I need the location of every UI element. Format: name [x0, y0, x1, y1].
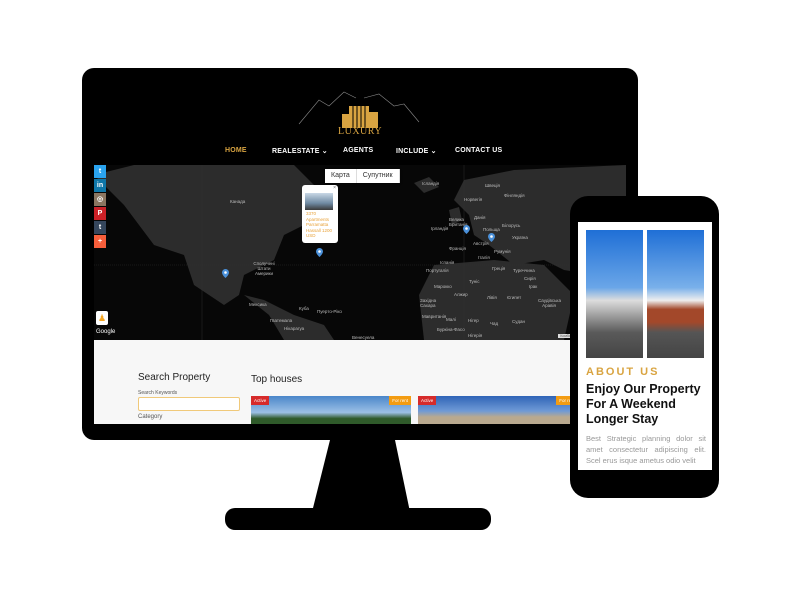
pinterest-icon[interactable]: P	[94, 207, 106, 220]
map-type-control: Карта Супутник	[325, 169, 400, 183]
site-header: LUXURY HOME REALESTATE ⌄ AGENTS INCLUDE …	[94, 80, 626, 165]
map-label: Судан	[512, 319, 525, 324]
map-label: Гватемала	[270, 318, 293, 323]
map-label: Норвегія	[464, 197, 483, 202]
category-label: Category	[138, 414, 163, 420]
nav-include[interactable]: INCLUDE ⌄	[396, 147, 437, 155]
chevron-down-icon: ⌄	[430, 148, 437, 155]
desktop-screen: LUXURY HOME REALESTATE ⌄ AGENTS INCLUDE …	[94, 80, 626, 424]
house-card[interactable]: Active For rent	[251, 396, 411, 424]
house-photo	[586, 230, 643, 358]
map-label: Ірак	[529, 284, 538, 289]
content-section: Search Property Search Keywords Category…	[94, 340, 626, 424]
map-label: Пуерто-Ріко	[317, 309, 342, 314]
map-label: Фінляндія	[504, 193, 525, 198]
map-label: Мексика	[249, 302, 267, 307]
map-marker-icon[interactable]	[222, 269, 229, 278]
house-photo	[647, 230, 704, 358]
type-badge: For rent	[389, 396, 411, 405]
map-label: Італія	[478, 255, 490, 260]
map-marker-icon[interactable]	[316, 248, 323, 257]
map-label: Україна	[512, 235, 528, 240]
nav-label: INCLUDE	[396, 148, 429, 155]
map-label: Греція	[492, 266, 506, 271]
map-label: Польща	[483, 227, 500, 232]
map-label: Сполучені Штати Америки	[253, 261, 275, 276]
about-eyebrow: ABOUT US	[586, 366, 660, 378]
map-marker-icon[interactable]	[463, 225, 470, 234]
mobile-screen: ABOUT US Enjoy Our Property For A Weeken…	[578, 222, 712, 470]
map-label: Куба	[299, 306, 309, 311]
chevron-down-icon: ⌄	[321, 148, 328, 155]
property-thumbnail[interactable]	[305, 193, 333, 210]
map-label: Західна Сахара	[420, 298, 437, 308]
nav-realestate[interactable]: REALESTATE ⌄	[272, 147, 328, 155]
google-logo: Google	[96, 329, 116, 335]
close-icon[interactable]: ×	[333, 185, 336, 191]
map-label: Сирія	[524, 276, 536, 281]
map-label: Канада	[230, 199, 246, 204]
map-label: Саудівська Аравія	[538, 298, 561, 308]
map-land	[94, 165, 626, 340]
instagram-icon[interactable]: ◎	[94, 193, 106, 206]
map-label: Австрія	[473, 241, 489, 246]
top-houses-title: Top houses	[251, 374, 303, 385]
map-label: Єгипет	[507, 295, 522, 300]
nav-contact[interactable]: CONTACT US	[455, 147, 502, 154]
more-icon[interactable]: +	[94, 235, 106, 248]
map-label: Туніс	[469, 279, 480, 284]
map-label: Білорусь	[502, 223, 521, 228]
about-body: Best Strategic planning dolor sit amet c…	[586, 434, 706, 465]
map-type-satellite-button[interactable]: Супутник	[357, 169, 400, 183]
map-label: Данія	[474, 215, 486, 220]
popup-property-text[interactable]: 3370 Apartments Parramatta Hassall 1200 …	[306, 211, 336, 239]
map-label: Нігерія	[468, 333, 483, 338]
map-label: Іспанія	[440, 260, 455, 265]
map-label: Алжир	[454, 292, 468, 297]
map-label: Португалія	[426, 268, 449, 273]
linkedin-icon[interactable]: in	[94, 179, 106, 192]
street-view-pegman-icon[interactable]: ♟	[96, 311, 108, 325]
map-label: Швеція	[485, 183, 500, 188]
map-label: Румунія	[494, 249, 511, 254]
map-label: Мавританія	[422, 314, 447, 319]
map-label: Нігер	[468, 318, 479, 323]
map-label: Ісландія	[422, 181, 440, 186]
search-keywords-label: Search Keywords	[138, 390, 178, 396]
status-badge: Active	[418, 396, 437, 405]
nav-agents[interactable]: AGENTS	[343, 147, 373, 154]
twitter-icon[interactable]: t	[94, 165, 106, 178]
map-info-popup[interactable]: × 3370 Apartments Parramatta Hassall 120…	[302, 185, 338, 243]
status-badge: Active	[251, 396, 270, 405]
map-label: Лівія	[487, 295, 497, 300]
nav-label: REALESTATE	[272, 148, 320, 155]
map-label: Буркіна-Фасо	[437, 327, 465, 332]
map-label: Малі	[446, 317, 456, 322]
logo-text: LUXURY	[338, 126, 383, 137]
tumblr-icon[interactable]: t	[94, 221, 106, 234]
search-keywords-input[interactable]	[138, 397, 240, 411]
map-label: Марокко	[434, 284, 452, 289]
map-type-map-button[interactable]: Карта	[325, 169, 357, 183]
map-label: Франція	[449, 246, 466, 251]
about-heading: Enjoy Our Property For A Weekend Longer …	[586, 382, 701, 426]
map-label: Нікарагуа	[284, 326, 305, 331]
map-label: Туреччина	[513, 268, 535, 273]
search-property-title: Search Property	[138, 372, 211, 383]
map[interactable]: Канада Сполучені Штати Америки Мексика К…	[94, 165, 626, 340]
nav-home[interactable]: HOME	[225, 147, 247, 154]
house-card[interactable]: Active For rent	[418, 396, 578, 424]
map-label: Чад	[490, 321, 499, 326]
map-label: Ірландія	[431, 226, 449, 231]
map-marker-icon[interactable]	[488, 233, 495, 242]
